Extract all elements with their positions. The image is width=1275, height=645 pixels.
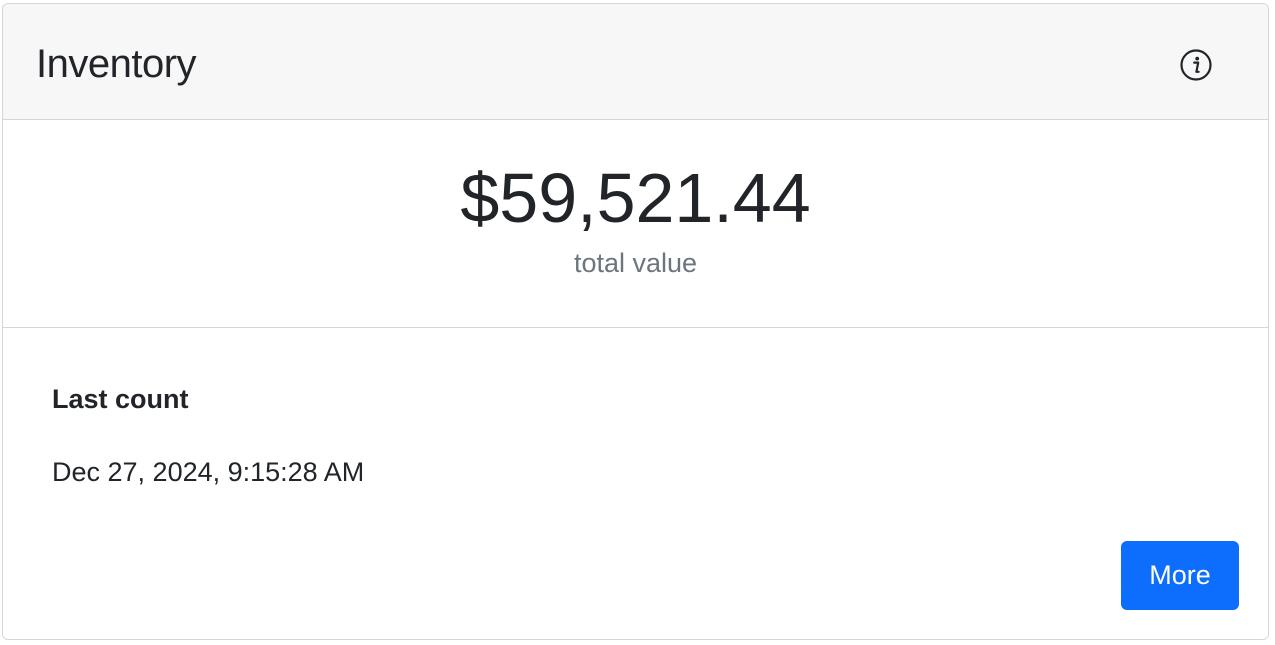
card-title: Inventory	[36, 42, 197, 86]
total-value-section: $59,521.44 total value	[3, 120, 1268, 328]
inventory-card: Inventory $59,521.44 total value Last co…	[2, 3, 1269, 640]
info-circle-icon	[1179, 48, 1213, 82]
more-button[interactable]: More	[1121, 541, 1239, 610]
last-count-section: Last count Dec 27, 2024, 9:15:28 AM More	[3, 328, 1268, 639]
last-count-heading: Last count	[52, 384, 189, 414]
card-header: Inventory	[3, 4, 1268, 120]
total-value-amount: $59,521.44	[460, 159, 811, 237]
last-count-timestamp: Dec 27, 2024, 9:15:28 AM	[52, 457, 365, 487]
total-value-label: total value	[573, 248, 698, 278]
info-button[interactable]	[1179, 48, 1213, 82]
